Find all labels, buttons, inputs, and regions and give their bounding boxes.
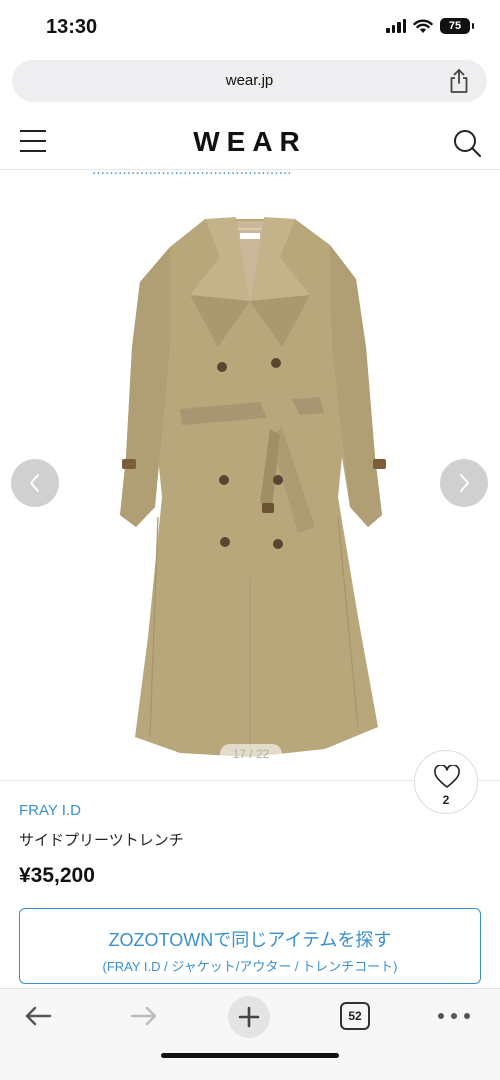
back-icon[interactable] <box>22 1005 54 1027</box>
heart-icon <box>434 765 460 788</box>
product-image <box>120 217 386 757</box>
address-bar[interactable]: wear.jp <box>12 60 487 102</box>
prev-image-button[interactable] <box>11 459 59 507</box>
new-tab-button[interactable] <box>228 996 270 1038</box>
cut-off-banner: ‥‥‥‥‥‥‥‥‥‥‥‥‥‥‥‥‥‥‥‥‥‥‥ <box>0 170 500 184</box>
chevron-right-icon <box>460 474 470 492</box>
image-counter: 17 / 22 <box>220 744 282 764</box>
status-time: 13:30 <box>46 16 98 38</box>
forward-icon[interactable] <box>128 1005 160 1027</box>
chevron-left-icon <box>29 474 39 492</box>
product-price: ¥35,200 <box>19 864 95 887</box>
like-count: 2 <box>442 793 450 807</box>
zozotown-button-title: ZOZOTOWNで同じアイテムを探す <box>108 930 392 950</box>
more-icon[interactable] <box>436 1011 472 1021</box>
status-bar: 13:30 75 <box>0 0 500 56</box>
brand-link[interactable]: FRAY I.D <box>19 802 81 819</box>
wifi-icon <box>413 19 433 33</box>
site-header: WEAR <box>0 114 500 170</box>
zozotown-button-subtitle: (FRAY I.D / ジャケット/アウター / トレンチコート) <box>102 959 398 974</box>
signal-icon <box>386 19 406 33</box>
tabs-icon[interactable]: 52 <box>340 1002 370 1030</box>
browser-toolbar: 52 <box>0 988 500 1080</box>
url-text[interactable]: wear.jp <box>12 72 487 89</box>
product-image-carousel[interactable] <box>0 185 500 780</box>
like-button[interactable]: 2 <box>414 750 478 814</box>
home-indicator[interactable] <box>161 1053 339 1058</box>
search-icon[interactable] <box>452 128 482 158</box>
share-icon[interactable] <box>447 68 471 94</box>
zozotown-search-button[interactable]: ZOZOTOWNで同じアイテムを探す (FRAY I.D / ジャケット/アウタ… <box>19 908 481 984</box>
next-image-button[interactable] <box>440 459 488 507</box>
plus-icon <box>238 1006 260 1028</box>
battery-icon: 75 <box>440 18 474 34</box>
site-logo[interactable]: WEAR <box>0 126 500 158</box>
product-name: サイドプリーツトレンチ <box>19 832 184 849</box>
status-icons: 75 <box>386 18 474 34</box>
